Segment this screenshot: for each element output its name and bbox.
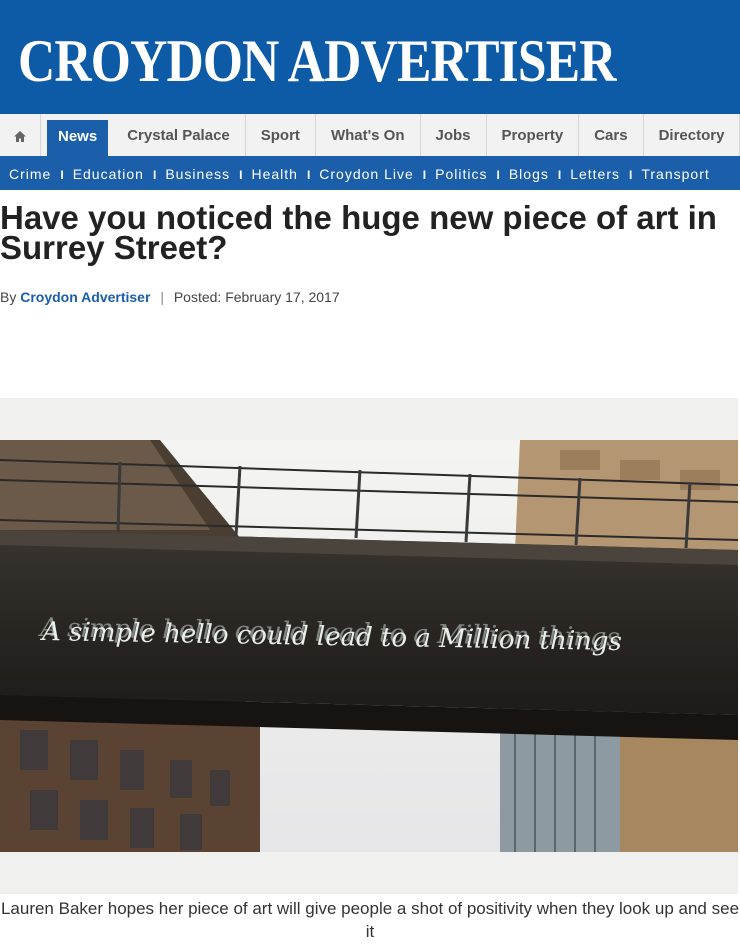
nav-item-jobs[interactable]: Jobs xyxy=(421,114,487,156)
subnav-item-business[interactable]: Business xyxy=(156,156,230,190)
nav-item-property[interactable]: Property xyxy=(487,114,580,156)
subnav-separator: I xyxy=(306,168,311,182)
author-link[interactable]: Croydon Advertiser xyxy=(20,289,150,305)
masthead: CROYDON ADVERTISER xyxy=(0,0,740,114)
subnav-separator: I xyxy=(152,168,157,182)
subnav-separator: I xyxy=(629,168,633,182)
nav-item-whats-on[interactable]: What's On xyxy=(316,114,421,156)
subnav-item-transport[interactable]: Transport xyxy=(632,156,709,190)
nav-item-crystal-palace[interactable]: Crystal Palace xyxy=(112,114,246,156)
site-logo[interactable]: CROYDON ADVERTISER xyxy=(18,28,617,94)
article-byline: By Croydon Advertiser | Posted: February… xyxy=(0,289,340,305)
subnav-separator: I xyxy=(239,168,243,182)
nav-item-cars[interactable]: Cars xyxy=(579,114,644,156)
byline-prefix: By xyxy=(0,289,17,305)
subnav-separator: I xyxy=(60,168,64,182)
home-icon[interactable] xyxy=(0,114,41,156)
article-image-frame: A simple hello could lead to a Million t… xyxy=(0,398,738,894)
nav-item-directory[interactable]: Directory xyxy=(644,114,740,156)
image-caption: Lauren Baker hopes her piece of art will… xyxy=(0,899,740,941)
subnav-separator: I xyxy=(422,168,427,182)
subnav-item-health[interactable]: Health xyxy=(242,156,297,190)
subnav-item-crime[interactable]: Crime xyxy=(0,156,51,190)
sub-nav: Crime I Education I Business I Health I Croydon … xyxy=(0,156,740,190)
posted-date: Posted: February 17, 2017 xyxy=(173,289,340,305)
nav-item-sport[interactable]: Sport xyxy=(246,114,316,156)
byline-separator: | xyxy=(160,289,164,305)
nav-item-news[interactable]: News xyxy=(47,120,109,156)
subnav-separator: I xyxy=(496,168,500,182)
subnav-item-education[interactable]: Education xyxy=(64,156,144,190)
subnav-item-letters[interactable]: Letters xyxy=(561,156,620,190)
article-headline: Have you noticed the huge new piece of a… xyxy=(0,199,717,266)
subnav-item-politics[interactable]: Politics xyxy=(426,156,487,190)
subnav-separator: I xyxy=(557,168,562,182)
subnav-item-croydon-live[interactable]: Croydon Live xyxy=(310,156,414,190)
subnav-item-blogs[interactable]: Blogs xyxy=(500,156,549,190)
article-photo[interactable]: A simple hello could lead to a Million t… xyxy=(0,440,738,852)
main-nav: News Crystal Palace Sport What's On Jobs Prop… xyxy=(0,114,740,157)
